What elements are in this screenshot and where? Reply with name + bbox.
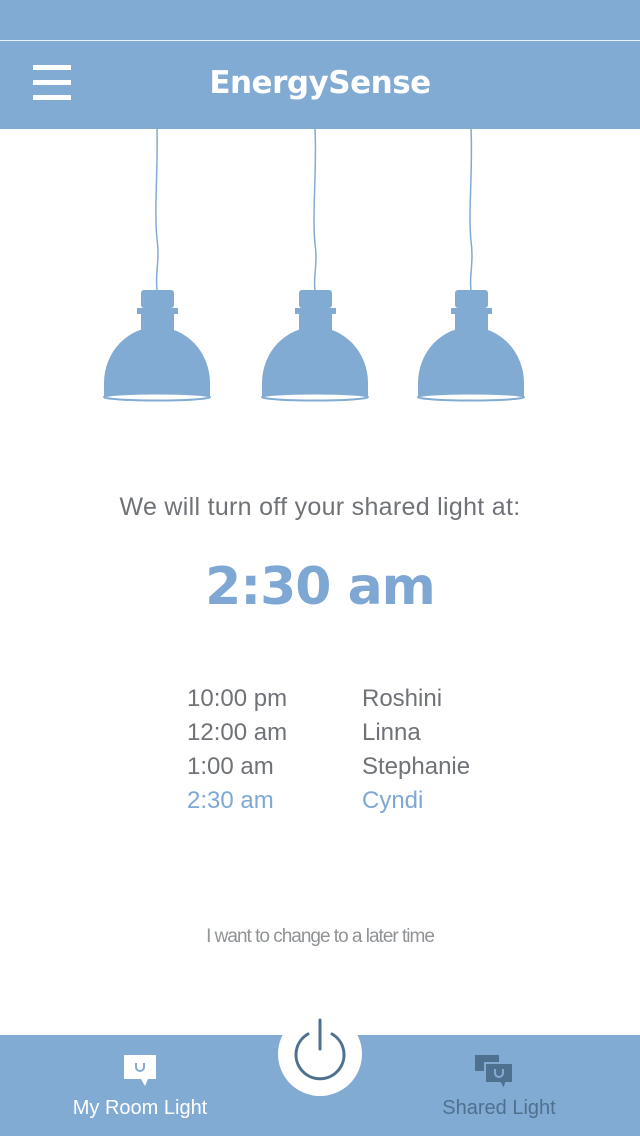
- schedule-row-active: 2:30 am Cyndi: [187, 787, 507, 821]
- power-button[interactable]: [278, 1012, 362, 1096]
- schedule-person: Roshini: [362, 685, 443, 712]
- app-title: EnergySense: [209, 65, 431, 101]
- power-icon: [294, 1018, 346, 1081]
- schedule-time: 10:00 pm: [187, 685, 288, 712]
- lamps-illustration: [103, 129, 525, 402]
- tab-my-room-light[interactable]: My Room Light: [40, 1035, 240, 1136]
- status-bar: [0, 0, 640, 41]
- schedule-row: 10:00 pm Roshini: [187, 685, 507, 719]
- schedule-person: Cyndi: [362, 787, 424, 814]
- pendant-lamp-icon: [417, 129, 525, 402]
- tab-my-room-label: My Room Light: [72, 1097, 208, 1119]
- tab-shared-label: Shared Light: [442, 1097, 556, 1119]
- pendant-lamp-icon: [103, 129, 211, 402]
- chat-bubbles-icon: [475, 1055, 514, 1093]
- chat-bubble-icon: [124, 1055, 156, 1086]
- change-later-time-link[interactable]: I want to change to a later time: [0, 926, 640, 948]
- schedule-time: 12:00 am: [187, 719, 288, 746]
- shutoff-headline: We will turn off your shared light at:: [119, 493, 521, 521]
- schedule-list: 10:00 pm Roshini 12:00 am Linna 1:00 am …: [187, 685, 507, 821]
- pendant-lamp-icon: [261, 129, 369, 402]
- schedule-person: Linna: [362, 719, 421, 746]
- schedule-time: 2:30 am: [187, 787, 274, 814]
- tab-shared-light[interactable]: Shared Light: [399, 1035, 599, 1136]
- schedule-time: 1:00 am: [187, 753, 274, 780]
- schedule-row: 1:00 am Stephanie: [187, 753, 507, 787]
- nav-bar: EnergySense: [0, 41, 640, 129]
- schedule-row: 12:00 am Linna: [187, 719, 507, 753]
- schedule-person: Stephanie: [362, 753, 471, 780]
- shutoff-time: 2:30 am: [205, 557, 436, 617]
